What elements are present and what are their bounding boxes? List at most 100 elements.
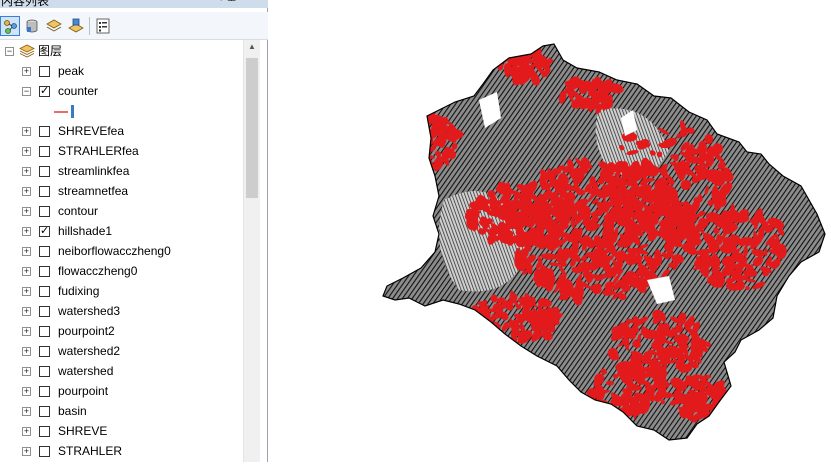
contour-patch bbox=[419, 123, 428, 137]
contour-patch bbox=[412, 116, 420, 132]
expand-toggle[interactable]: + bbox=[22, 447, 31, 456]
selection-icon bbox=[68, 18, 84, 33]
panel-title-bar: 内容列表 ▾ ⊥ × bbox=[0, 0, 268, 8]
layer-visibility-checkbox[interactable] bbox=[39, 346, 50, 357]
list-by-drawing-order-button[interactable] bbox=[0, 16, 20, 36]
expand-toggle[interactable]: + bbox=[22, 227, 31, 236]
expand-toggle[interactable]: + bbox=[22, 427, 31, 436]
toc-toolbar bbox=[0, 12, 268, 40]
layer-row[interactable]: + streamlinkfea bbox=[0, 161, 243, 181]
layer-row[interactable]: + peak bbox=[0, 61, 243, 81]
layer-row[interactable]: + watershed3 bbox=[0, 301, 243, 321]
layer-visibility-checkbox[interactable] bbox=[39, 446, 50, 457]
layer-label: STRAHLER bbox=[58, 444, 123, 458]
pin-icon[interactable]: ▾ ⊥ × bbox=[218, 0, 246, 5]
layer-row[interactable]: + ✓ hillshade1 bbox=[0, 221, 243, 241]
expand-toggle[interactable]: + bbox=[22, 307, 31, 316]
layer-visibility-checkbox[interactable] bbox=[39, 266, 50, 277]
layer-label: hillshade1 bbox=[58, 224, 113, 238]
scroll-up-arrow-icon[interactable]: ▲ bbox=[244, 42, 260, 56]
list-by-selection-button[interactable] bbox=[66, 16, 86, 36]
contour-patch bbox=[468, 315, 477, 322]
list-by-source-button[interactable] bbox=[22, 16, 42, 36]
layer-row[interactable]: + neiborflowacczheng0 bbox=[0, 241, 243, 261]
layer-visibility-checkbox[interactable] bbox=[39, 326, 50, 337]
contour-patch bbox=[494, 340, 507, 344]
layer-row[interactable]: + watershed2 bbox=[0, 341, 243, 361]
layer-visibility-checkbox[interactable]: ✓ bbox=[39, 85, 50, 97]
contour-patch bbox=[562, 166, 572, 173]
contour-patch bbox=[473, 324, 482, 333]
layer-label: streamlinkfea bbox=[58, 164, 130, 178]
layer-row[interactable]: + contour bbox=[0, 201, 243, 221]
check-icon: ✓ bbox=[40, 85, 50, 97]
layer-label: watershed2 bbox=[58, 344, 121, 358]
toolbar-separator bbox=[89, 17, 90, 35]
map-view[interactable] bbox=[269, 0, 831, 462]
expand-toggle[interactable]: + bbox=[22, 327, 31, 336]
layer-row[interactable]: + streamnetfea bbox=[0, 181, 243, 201]
layer-row[interactable]: + STRAHLERfea bbox=[0, 141, 243, 161]
layer-visibility-checkbox[interactable] bbox=[39, 426, 50, 437]
layer-label: pourpoint2 bbox=[58, 324, 115, 338]
contour-patch bbox=[410, 120, 423, 133]
collapse-toggle[interactable]: − bbox=[22, 87, 31, 96]
layer-row[interactable]: + flowacczheng0 bbox=[0, 261, 243, 281]
expand-toggle[interactable]: + bbox=[22, 387, 31, 396]
expand-toggle[interactable]: + bbox=[22, 267, 31, 276]
layer-row[interactable]: + SHREVEfea bbox=[0, 121, 243, 141]
layer-visibility-checkbox[interactable] bbox=[39, 366, 50, 377]
layer-visibility-checkbox[interactable] bbox=[39, 406, 50, 417]
layer-visibility-checkbox[interactable] bbox=[39, 286, 50, 297]
options-button[interactable] bbox=[93, 16, 113, 36]
layer-visibility-checkbox[interactable]: ✓ bbox=[39, 225, 50, 237]
expand-toggle[interactable]: + bbox=[22, 407, 31, 416]
layer-row[interactable]: + fudixing bbox=[0, 281, 243, 301]
layers-root-row[interactable]: − 图层 bbox=[0, 41, 243, 61]
contour-patch bbox=[470, 314, 484, 325]
counter-legend-row bbox=[0, 101, 243, 121]
contour-patch bbox=[415, 130, 422, 141]
layer-label: basin bbox=[58, 404, 87, 418]
layer-row[interactable]: + SHREVE bbox=[0, 421, 243, 441]
layer-row[interactable]: − ✓ counter bbox=[0, 81, 243, 101]
expand-toggle[interactable]: + bbox=[22, 207, 31, 216]
expand-toggle[interactable]: + bbox=[22, 247, 31, 256]
contour-patch bbox=[469, 323, 474, 328]
contour-patch bbox=[404, 133, 411, 142]
list-by-visibility-button[interactable] bbox=[44, 16, 64, 36]
layer-row[interactable]: + basin bbox=[0, 401, 243, 421]
contour-patch bbox=[413, 135, 419, 146]
layer-tree: − 图层 + peak − ✓ counter + SHREVEfea + STRAHLERfe… bbox=[0, 40, 243, 462]
contour-patch bbox=[412, 134, 417, 141]
layer-visibility-checkbox[interactable] bbox=[39, 386, 50, 397]
layer-visibility-checkbox[interactable] bbox=[39, 126, 50, 137]
contour-patch bbox=[478, 325, 496, 336]
layer-label: STRAHLERfea bbox=[58, 144, 139, 158]
expand-toggle[interactable]: + bbox=[22, 167, 31, 176]
layer-visibility-checkbox[interactable] bbox=[39, 146, 50, 157]
scroll-thumb[interactable] bbox=[246, 58, 258, 198]
layer-visibility-checkbox[interactable] bbox=[39, 206, 50, 217]
expand-toggle[interactable]: + bbox=[22, 147, 31, 156]
contour-patch bbox=[407, 124, 416, 137]
layer-visibility-checkbox[interactable] bbox=[39, 166, 50, 177]
collapse-toggle[interactable]: − bbox=[5, 47, 14, 56]
expand-toggle[interactable]: + bbox=[22, 287, 31, 296]
contour-patch bbox=[403, 154, 412, 159]
expand-toggle[interactable]: + bbox=[22, 187, 31, 196]
layer-label: streamnetfea bbox=[58, 184, 129, 198]
layer-row[interactable]: + pourpoint bbox=[0, 381, 243, 401]
layer-row[interactable]: + STRAHLER bbox=[0, 441, 243, 461]
layer-visibility-checkbox[interactable] bbox=[39, 306, 50, 317]
expand-toggle[interactable]: + bbox=[22, 367, 31, 376]
layer-row[interactable]: + pourpoint2 bbox=[0, 321, 243, 341]
vertical-scrollbar[interactable]: ▲ bbox=[243, 40, 260, 462]
layer-visibility-checkbox[interactable] bbox=[39, 246, 50, 257]
layer-visibility-checkbox[interactable] bbox=[39, 66, 50, 77]
layer-row[interactable]: + watershed bbox=[0, 361, 243, 381]
expand-toggle[interactable]: + bbox=[22, 347, 31, 356]
expand-toggle[interactable]: + bbox=[22, 67, 31, 76]
layer-visibility-checkbox[interactable] bbox=[39, 186, 50, 197]
expand-toggle[interactable]: + bbox=[22, 127, 31, 136]
